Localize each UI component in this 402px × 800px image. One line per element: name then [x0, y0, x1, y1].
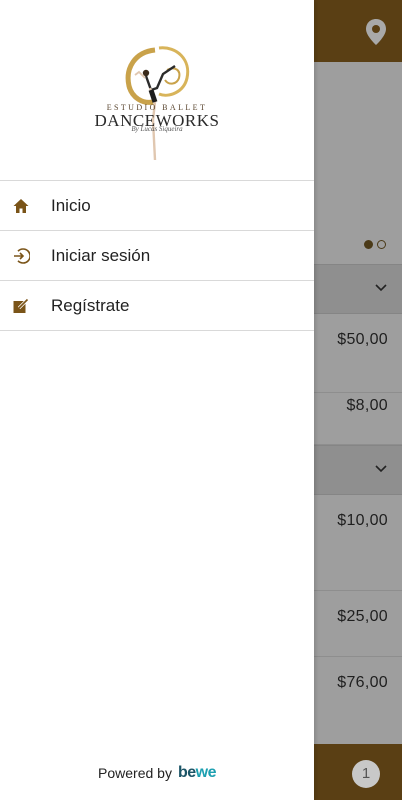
- location-pin-icon[interactable]: [364, 18, 388, 46]
- chevron-down-icon: [375, 465, 387, 473]
- price: $76,00: [337, 674, 388, 691]
- chevron-down-icon: [375, 284, 387, 292]
- carousel-dot: [377, 240, 386, 249]
- price: $25,00: [337, 608, 388, 625]
- menu-item-iniciar-sesion[interactable]: Iniciar sesión: [0, 231, 314, 281]
- menu-item-label: Inicio: [51, 195, 91, 215]
- powered-by-footer: Powered by bewe: [0, 764, 314, 782]
- login-icon: [14, 248, 30, 264]
- edit-icon: [13, 298, 29, 313]
- menu-item-label: Iniciar sesión: [51, 245, 151, 265]
- bewe-logo-we: we: [195, 764, 217, 781]
- home-icon: [13, 199, 29, 213]
- powered-by-text: Powered by: [98, 765, 172, 781]
- bewe-logo[interactable]: bewe: [177, 764, 217, 782]
- menu-item-registrate[interactable]: Regístrate: [0, 281, 314, 331]
- price: $8,00: [346, 397, 388, 414]
- price: $10,00: [337, 512, 388, 529]
- menu-item-inicio[interactable]: Inicio: [0, 181, 314, 231]
- brand-logo: ESTUDIO BALLET DANCEWORKS By Lucas Sique…: [0, 0, 314, 181]
- navigation-drawer: ESTUDIO BALLET DANCEWORKS By Lucas Sique…: [0, 0, 314, 800]
- price: $50,00: [337, 331, 388, 348]
- bewe-logo-be: be: [177, 764, 196, 781]
- carousel-indicator: [364, 240, 386, 249]
- logo-byline: By Lucas Siqueira: [131, 125, 183, 133]
- cart-count-badge[interactable]: 1: [352, 760, 380, 788]
- menu-item-label: Regístrate: [51, 295, 130, 315]
- carousel-dot-active: [364, 240, 373, 249]
